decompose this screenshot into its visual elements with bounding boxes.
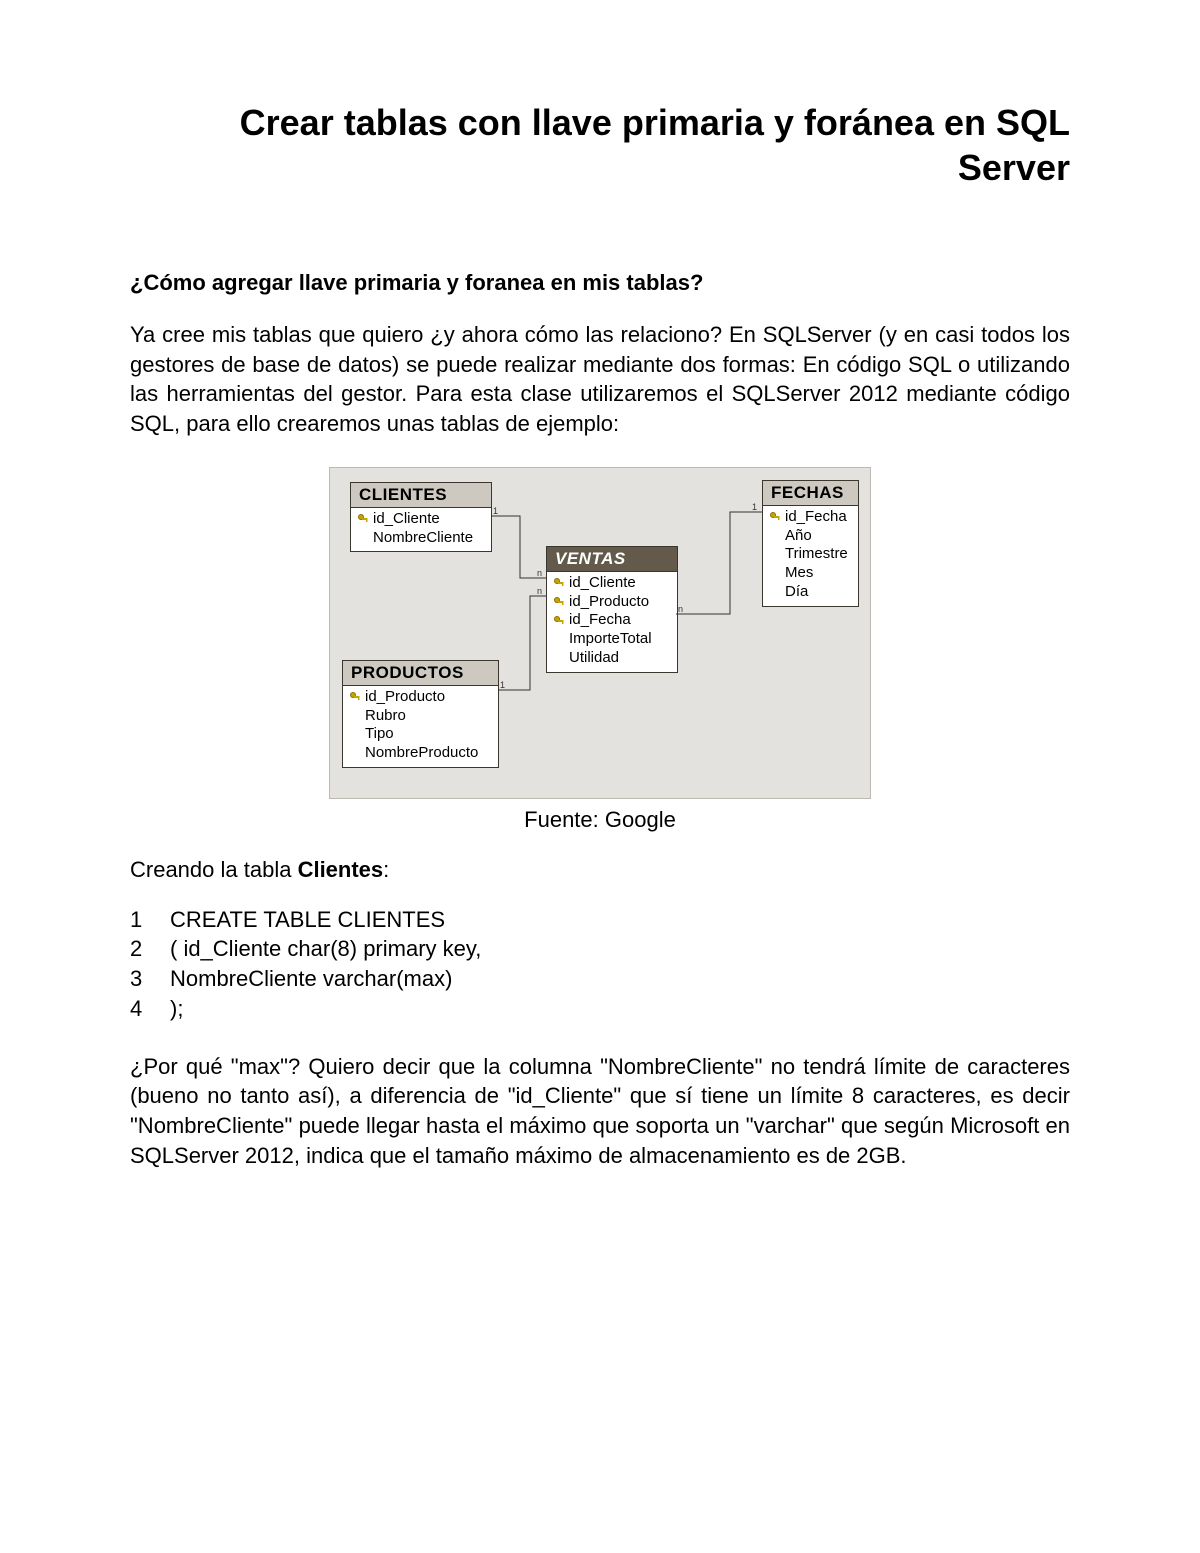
line-number: 1 [130, 905, 148, 935]
entity-ventas-header: VENTAS [547, 547, 677, 572]
entity-fechas-columns: id_Fecha Año Trimestre Mes Día [763, 506, 858, 606]
creating-suffix: : [383, 857, 389, 882]
sql-code-block: 1 CREATE TABLE CLIENTES 2 ( id_Cliente cha… [130, 905, 1070, 1024]
code-text: ( id_Cliente char(8) primary key, [170, 934, 481, 964]
col-label: Año [785, 527, 812, 546]
cardinality-one: 1 [752, 502, 757, 512]
col-label: Trimestre [785, 545, 848, 564]
code-text: CREATE TABLE CLIENTES [170, 905, 445, 935]
col-label: Utilidad [569, 649, 619, 668]
col-label: id_Producto [569, 593, 649, 612]
col-label: Tipo [365, 725, 394, 744]
cardinality-many: n [537, 568, 542, 578]
entity-clientes: CLIENTES id_Cliente NombreCliente [350, 482, 492, 553]
col-label: Rubro [365, 707, 406, 726]
line-number: 4 [130, 994, 148, 1024]
col-label: id_Producto [365, 688, 445, 707]
key-icon [553, 596, 565, 608]
document-page: Crear tablas con llave primaria y foráne… [0, 0, 1200, 1553]
col-label: NombreCliente [373, 529, 473, 548]
code-line: 2 ( id_Cliente char(8) primary key, [130, 934, 1070, 964]
code-line: 4); [130, 994, 1070, 1024]
er-diagram: CLIENTES id_Cliente NombreCliente VENTAS… [329, 467, 871, 799]
entity-clientes-columns: id_Cliente NombreCliente [351, 508, 491, 552]
col-label: id_Fecha [785, 508, 847, 527]
line-number: 3 [130, 964, 148, 994]
intro-paragraph: Ya cree mis tablas que quiero ¿y ahora c… [130, 320, 1070, 439]
col-label: id_Fecha [569, 611, 631, 630]
key-icon [553, 577, 565, 589]
col-label: id_Cliente [569, 574, 636, 593]
entity-fechas: FECHAS id_Fecha Año Trimestre Mes Día [762, 480, 859, 607]
figure-caption: Fuente: Google [524, 807, 676, 833]
cardinality-many: n [537, 586, 542, 596]
creating-prefix: Creando la tabla [130, 857, 298, 882]
creating-table-line: Creando la tabla Clientes: [130, 857, 1070, 883]
col-label: NombreProducto [365, 744, 478, 763]
col-label: Día [785, 583, 808, 602]
code-text: ); [170, 994, 183, 1024]
key-icon [769, 511, 781, 523]
explanation-paragraph: ¿Por qué "max"? Quiero decir que la colu… [130, 1052, 1070, 1171]
entity-ventas: VENTAS id_Cliente id_Producto id_Fecha I… [546, 546, 678, 673]
col-label: id_Cliente [373, 510, 440, 529]
col-label: Mes [785, 564, 813, 583]
key-icon [349, 691, 361, 703]
entity-clientes-header: CLIENTES [351, 483, 491, 508]
entity-productos-columns: id_Producto Rubro Tipo NombreProducto [343, 686, 498, 767]
code-text: NombreCliente varchar(max) [170, 964, 452, 994]
key-icon [553, 615, 565, 627]
key-icon [357, 513, 369, 525]
entity-ventas-columns: id_Cliente id_Producto id_Fecha ImporteT… [547, 572, 677, 672]
code-line: 1 CREATE TABLE CLIENTES [130, 905, 1070, 935]
entity-fechas-header: FECHAS [763, 481, 858, 506]
page-title: Crear tablas con llave primaria y foráne… [130, 100, 1070, 190]
line-number: 2 [130, 934, 148, 964]
creating-bold: Clientes [298, 857, 384, 882]
cardinality-one: 1 [500, 680, 505, 690]
col-label: ImporteTotal [569, 630, 652, 649]
er-diagram-figure: CLIENTES id_Cliente NombreCliente VENTAS… [130, 467, 1070, 833]
entity-productos-header: PRODUCTOS [343, 661, 498, 686]
cardinality-one: 1 [493, 506, 498, 516]
section-heading: ¿Cómo agregar llave primaria y foranea e… [130, 270, 1070, 296]
code-line: 3 NombreCliente varchar(max) [130, 964, 1070, 994]
cardinality-many: n [678, 604, 683, 614]
entity-productos: PRODUCTOS id_Producto Rubro Tipo NombreP… [342, 660, 499, 768]
